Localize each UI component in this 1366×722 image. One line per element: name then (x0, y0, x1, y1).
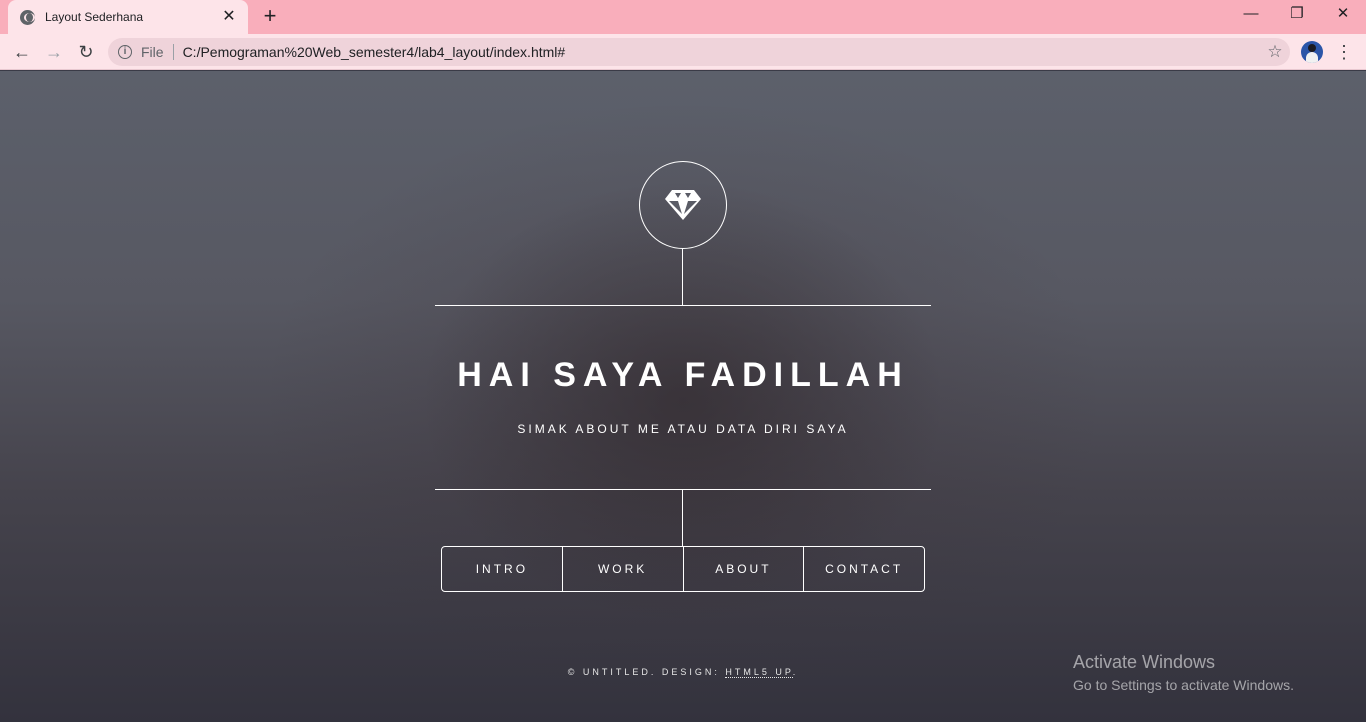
footer-link[interactable]: HTML5 UP (725, 667, 793, 678)
divider-top (435, 305, 931, 306)
browser-menu-icon[interactable]: ⋮ (1332, 38, 1356, 66)
browser-titlebar: Layout Sederhana ✕ + — ❐ ✕ (0, 0, 1366, 34)
address-divider (172, 44, 174, 60)
logo-circle (639, 161, 727, 249)
new-tab-button[interactable]: + (258, 5, 282, 29)
nav-work[interactable]: WORK (561, 547, 683, 591)
browser-tab[interactable]: Layout Sederhana ✕ (8, 0, 248, 34)
divider-bottom (435, 489, 931, 490)
footer: © UNTITLED. DESIGN: HTML5 UP. (383, 666, 983, 678)
restore-button[interactable]: ❐ (1274, 0, 1320, 30)
watermark-subtitle: Go to Settings to activate Windows. (1073, 677, 1294, 693)
main-nav: INTRO WORK ABOUT CONTACT (441, 546, 925, 592)
reload-button[interactable]: ↻ (72, 38, 100, 66)
page-background: HAI SAYA FADILLAH SIMAK ABOUT ME ATAU DA… (0, 71, 1366, 722)
footer-end: . (792, 667, 799, 677)
address-bar[interactable]: i File C:/Pemograman%20Web_semester4/lab… (108, 38, 1290, 66)
forward-button[interactable]: → (40, 38, 68, 66)
window-close-button[interactable]: ✕ (1320, 0, 1366, 30)
info-icon[interactable]: i (118, 45, 132, 59)
diamond-icon (665, 190, 701, 220)
bookmark-star-icon[interactable]: ☆ (1260, 42, 1290, 62)
activate-windows-watermark: Activate Windows Go to Settings to activ… (1073, 651, 1294, 695)
tab-close-icon[interactable]: ✕ (220, 8, 238, 26)
watermark-title: Activate Windows (1073, 652, 1216, 672)
page-subtitle: SIMAK ABOUT ME ATAU DATA DIRI SAYA (517, 422, 849, 436)
nav-contact[interactable]: CONTACT (803, 547, 924, 591)
globe-icon (20, 9, 35, 25)
connector-line-bottom (682, 490, 683, 546)
minimize-button[interactable]: — (1228, 0, 1274, 30)
address-url[interactable]: C:/Pemograman%20Web_semester4/lab4_layou… (183, 44, 1260, 60)
tab-title: Layout Sederhana (45, 10, 144, 24)
footer-copyright: © UNTITLED. DESIGN: (567, 667, 720, 677)
address-scheme: File (141, 44, 164, 60)
browser-toolbar: ← → ↻ i File C:/Pemograman%20Web_semeste… (0, 34, 1366, 70)
back-button[interactable]: ← (8, 38, 36, 66)
nav-about[interactable]: ABOUT (682, 547, 804, 591)
connector-line-top (682, 249, 683, 305)
nav-intro[interactable]: INTRO (442, 547, 562, 591)
profile-avatar[interactable] (1301, 41, 1323, 63)
page-title: HAI SAYA FADILLAH (457, 356, 909, 394)
